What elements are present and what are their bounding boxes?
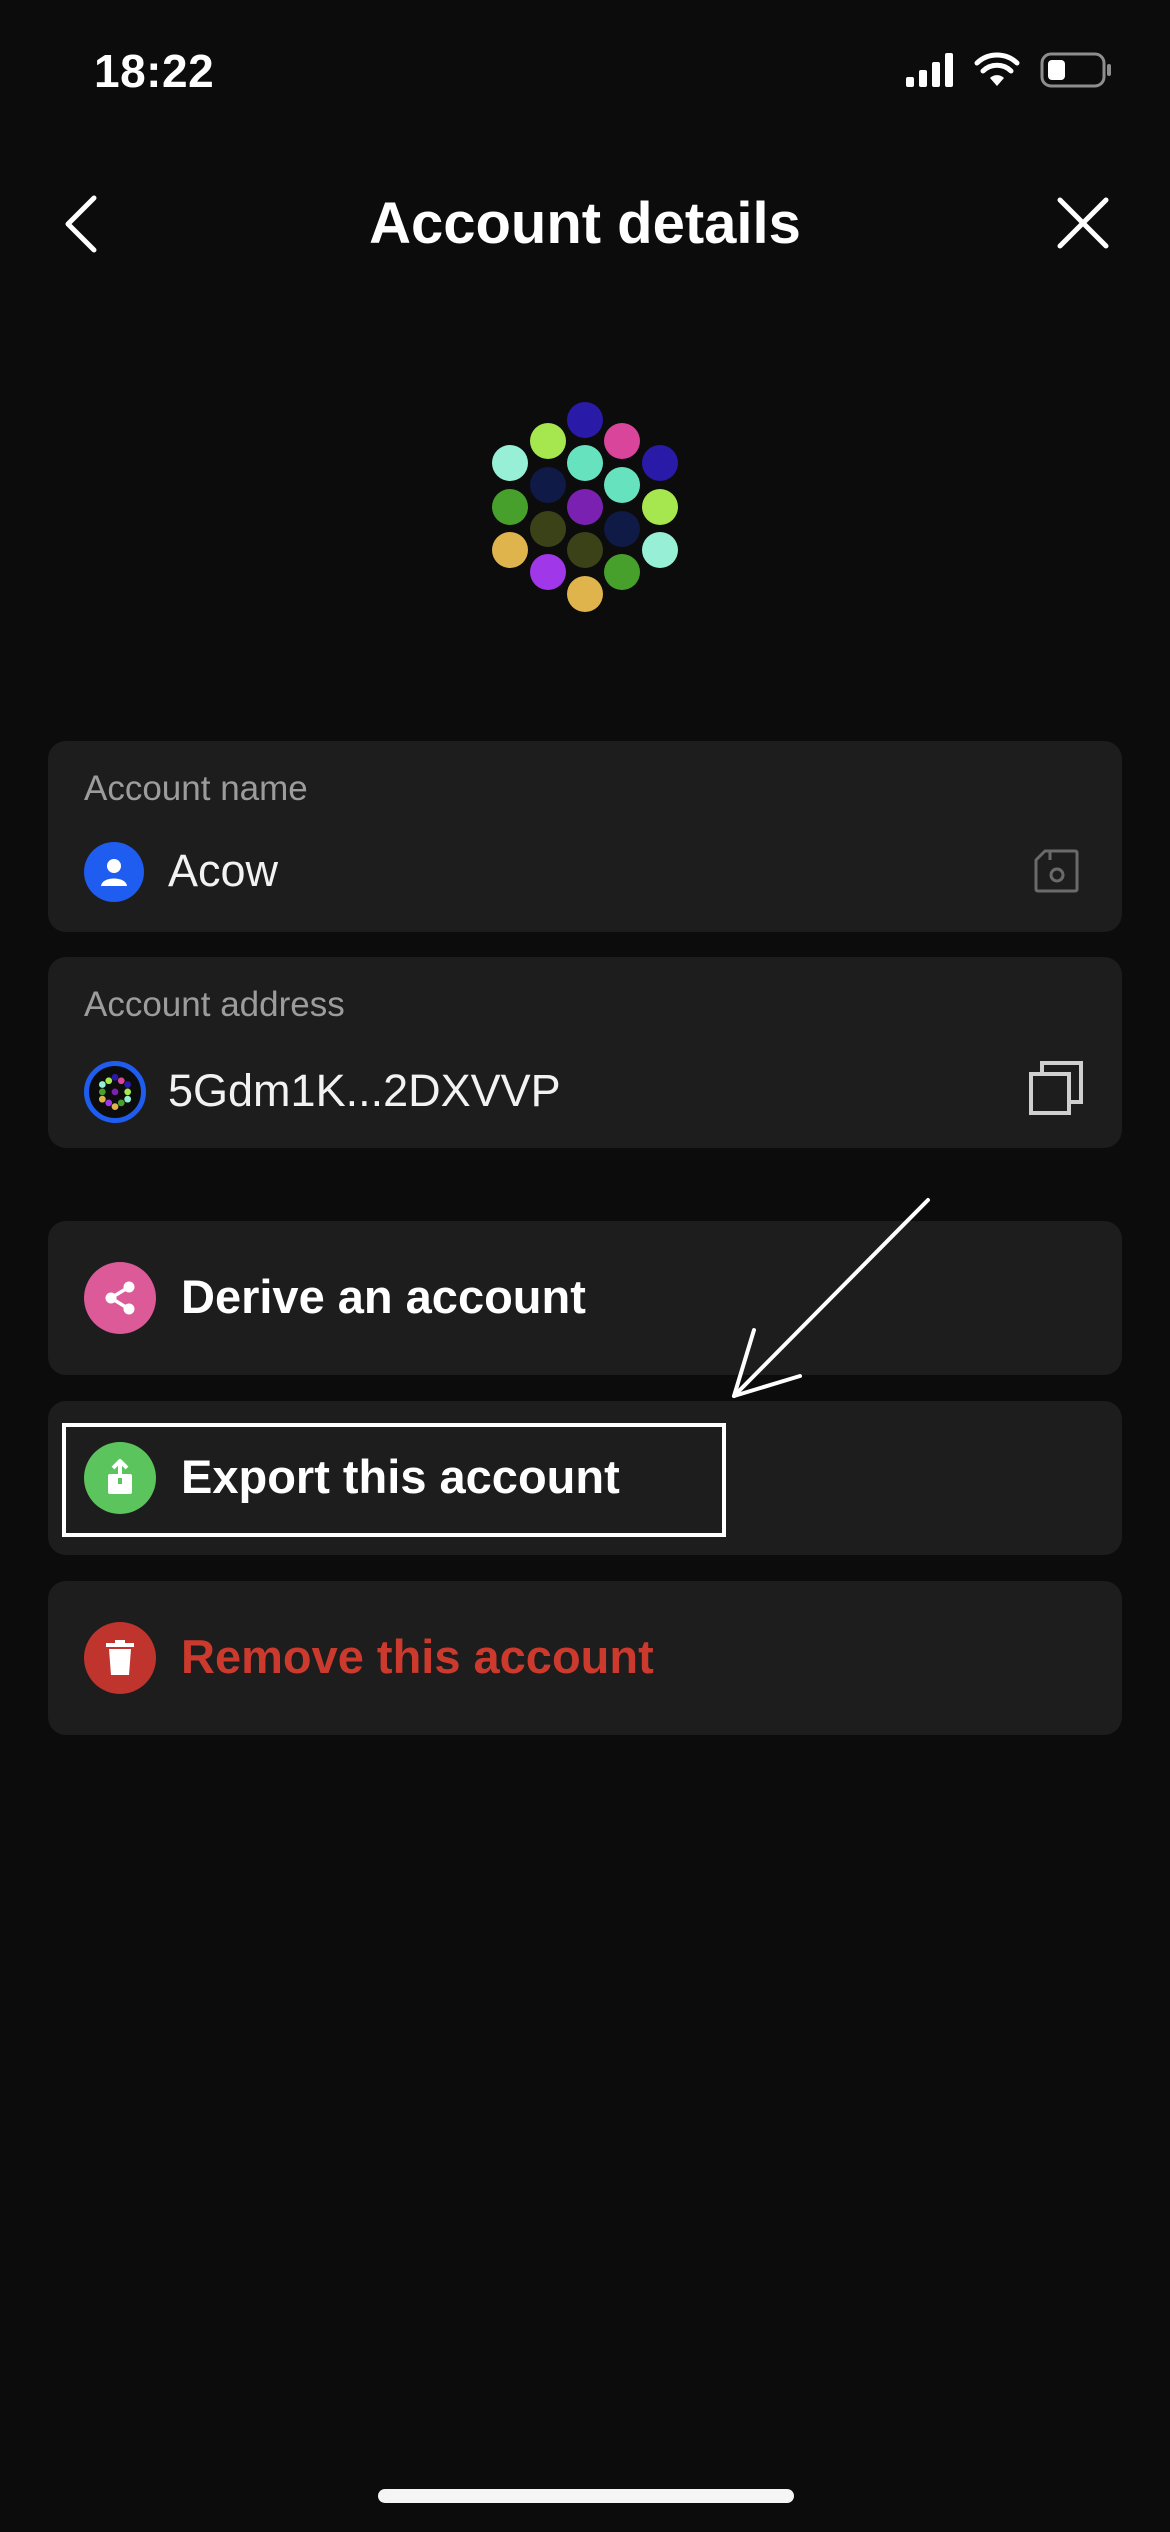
trash-icon bbox=[84, 1622, 156, 1694]
home-indicator[interactable] bbox=[378, 2489, 794, 2503]
signal-icon bbox=[906, 53, 953, 87]
share-icon bbox=[84, 1262, 156, 1334]
save-icon[interactable] bbox=[1032, 847, 1080, 900]
address-identicon-icon bbox=[84, 1061, 146, 1123]
status-icons bbox=[906, 52, 1112, 88]
close-icon bbox=[1057, 197, 1109, 249]
account-identicon bbox=[492, 402, 678, 612]
derive-account-button[interactable]: Derive an account bbox=[48, 1221, 1122, 1375]
account-name-value: Acow bbox=[168, 845, 279, 896]
status-time: 18:22 bbox=[94, 45, 215, 97]
account-name-label: Account name bbox=[84, 769, 308, 808]
annotation-arrow-icon bbox=[732, 1198, 930, 1398]
account-name-card[interactable]: Account name Acow bbox=[48, 741, 1122, 932]
remove-account-button[interactable]: Remove this account bbox=[48, 1581, 1122, 1735]
remove-account-label: Remove this account bbox=[181, 1630, 654, 1683]
export-highlight-box bbox=[62, 1423, 726, 1537]
account-address-card[interactable]: Account address 5Gdm1K...2DXVVP bbox=[48, 957, 1122, 1148]
page-title: Account details bbox=[369, 191, 801, 256]
derive-account-label: Derive an account bbox=[181, 1270, 586, 1323]
close-button[interactable] bbox=[1054, 194, 1112, 252]
account-address-value: 5Gdm1K...2DXVVP bbox=[168, 1065, 561, 1116]
person-icon bbox=[84, 842, 144, 902]
account-details-screen: { "status_bar": { "time": "18:22" }, "he… bbox=[0, 0, 1170, 2532]
account-address-label: Account address bbox=[84, 985, 345, 1024]
battery-icon bbox=[1040, 52, 1111, 88]
wifi-icon bbox=[974, 52, 1020, 86]
copy-icon[interactable] bbox=[1028, 1060, 1084, 1121]
